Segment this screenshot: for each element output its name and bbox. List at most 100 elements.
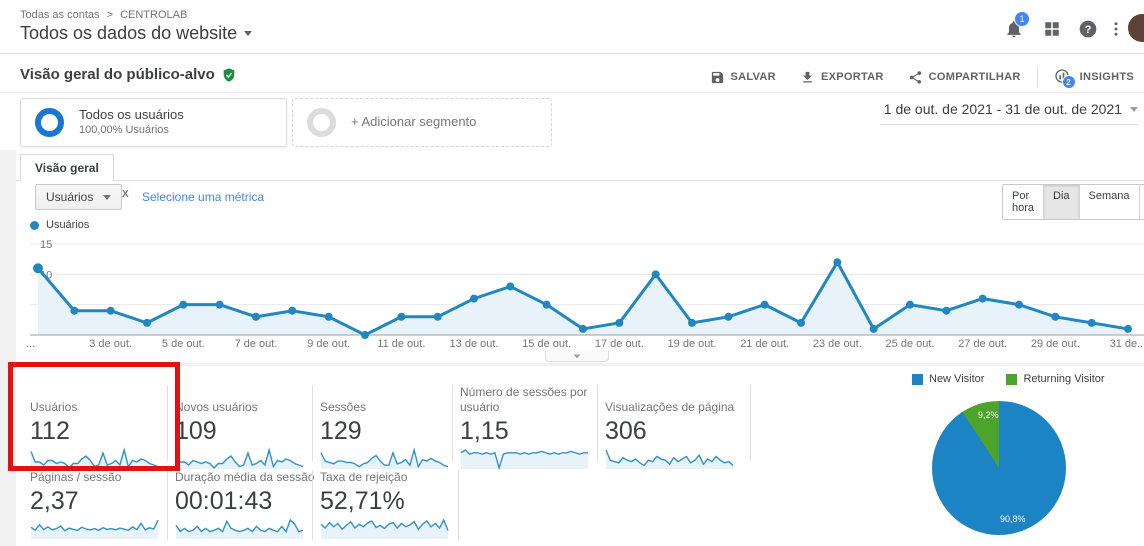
tab-overview[interactable]: Visão geral: [20, 154, 114, 181]
metric-card-paginas-sessao[interactable]: Páginas / sessão 2,37: [30, 470, 160, 545]
avatar[interactable]: [1128, 14, 1144, 42]
segment-ring-grey-icon: [307, 108, 336, 137]
add-segment-button[interactable]: + Adicionar segmento: [292, 98, 552, 147]
svg-text:7 de out.: 7 de out.: [235, 338, 278, 350]
card-divider: [452, 385, 453, 461]
metric-card-value: 306: [605, 417, 647, 445]
share-button[interactable]: COMPARTILHAR: [900, 66, 1029, 89]
metric-card-value: 1,15: [460, 417, 509, 445]
sparkline: [175, 518, 304, 539]
pie-legend-new-visitor[interactable]: New Visitor: [912, 373, 984, 385]
remove-metric-button[interactable]: X: [122, 189, 129, 200]
sparkline: [175, 447, 304, 470]
chevron-down-icon: [244, 31, 253, 36]
users-line-chart-svg: 51015...3 de out.5 de out.7 de out.9 de …: [26, 239, 1144, 350]
date-range-label: 1 de out. de 2021 - 31 de out. de 2021: [883, 101, 1122, 117]
card-divider: [312, 470, 313, 540]
segment-title: Todos os usuários: [79, 107, 184, 122]
pie-legend-label: Returning Visitor: [1023, 373, 1105, 385]
save-button[interactable]: SALVAR: [702, 66, 784, 89]
segment-subtitle: 100,00% Usuários: [79, 124, 169, 136]
segment-all-users[interactable]: Todos os usuários 100,00% Usuários: [20, 98, 287, 147]
metric-card-value: 2,37: [30, 487, 79, 515]
metric-card-visualizacoes[interactable]: Visualizações de página 306: [605, 385, 743, 475]
metric-card-value: 109: [175, 417, 217, 445]
date-range-picker[interactable]: 1 de out. de 2021 - 31 de out. de 2021: [880, 101, 1138, 125]
help-button[interactable]: ?: [1076, 17, 1100, 41]
sparkline: [320, 447, 449, 469]
svg-text:17 de out.: 17 de out.: [595, 338, 644, 350]
export-label: EXPORTAR: [820, 71, 884, 83]
metric-card-sessoes-por-usuario[interactable]: Número de sessões por usuário 1,15: [460, 385, 588, 475]
metric-card-taxa-rejeicao[interactable]: Taxa de rejeição 52,71%: [320, 470, 450, 545]
chart-collapse-handle[interactable]: [545, 351, 609, 362]
breadcrumb-all-accounts[interactable]: Todas as contas: [20, 9, 100, 21]
metric-card-label: Páginas / sessão: [30, 470, 122, 484]
granularity-toggle: Por hora Dia Semana Mês: [1002, 184, 1144, 220]
metric-card-label: Taxa de rejeição: [320, 470, 408, 484]
kebab-menu-button[interactable]: [1104, 17, 1128, 41]
tab-overview-label: Visão geral: [35, 161, 99, 175]
metric-card-novos-usuarios[interactable]: Novos usuários 109: [175, 385, 305, 475]
notifications-button[interactable]: 1: [1002, 11, 1030, 41]
metric-card-value: 52,71%: [320, 487, 405, 515]
metric-card-sessoes[interactable]: Sessões 129: [320, 385, 449, 475]
svg-text:3 de out.: 3 de out.: [89, 338, 132, 350]
sparkline: [320, 518, 449, 539]
download-icon: [803, 71, 812, 82]
property-selector[interactable]: Todos os dados do website: [20, 23, 253, 44]
metric-card-duracao-media[interactable]: Duração média da sessão 00:01:43: [175, 470, 315, 545]
card-divider: [167, 470, 168, 540]
svg-text:23 de out.: 23 de out.: [813, 338, 862, 350]
users-line-chart[interactable]: 51015...3 de out.5 de out.7 de out.9 de …: [20, 237, 1144, 356]
metric-dropdown[interactable]: Usuários: [35, 184, 123, 210]
pie-slice-label-returning: 9,2%: [978, 410, 999, 420]
report-toolbar: SALVAR EXPORTAR COMPARTILHAR 2 INSIGHTS: [702, 64, 1142, 90]
metric-card-value: 129: [320, 417, 362, 445]
breadcrumb-separator: >: [106, 9, 113, 21]
pie-legend-returning-visitor[interactable]: Returning Visitor: [1006, 373, 1105, 385]
kebab-menu-icon: [1114, 22, 1118, 36]
chevron-down-icon: [573, 354, 581, 358]
svg-text:9 de out.: 9 de out.: [307, 338, 350, 350]
granularity-month[interactable]: Mês: [1138, 185, 1144, 219]
help-icon: ?: [1079, 20, 1097, 38]
sparkline: [30, 447, 159, 470]
sparkline: [605, 449, 734, 469]
chart-legend-label: Usuários: [46, 219, 90, 231]
insights-badge: 2: [1061, 75, 1076, 89]
insights-button[interactable]: 2 INSIGHTS: [1046, 64, 1142, 90]
export-button[interactable]: EXPORTAR: [792, 66, 892, 89]
legend-swatch-icon: [1006, 373, 1018, 385]
apps-grid-button[interactable]: [1040, 17, 1064, 41]
notification-badge: 1: [1014, 11, 1030, 27]
breadcrumb-account[interactable]: CENTROLAB: [120, 9, 187, 21]
save-label: SALVAR: [730, 71, 776, 83]
metric-card-usuarios[interactable]: Usuários 112: [30, 385, 160, 475]
chevron-down-icon: [103, 194, 112, 200]
metric-card-value: 112: [30, 417, 70, 445]
add-segment-label: + Adicionar segmento: [351, 114, 477, 129]
report-title: Visão geral do público-alvo: [20, 66, 215, 83]
report-title-row: Visão geral do público-alvo: [20, 66, 237, 83]
svg-text:15 de out.: 15 de out.: [522, 338, 571, 350]
sparkline: [460, 449, 588, 471]
insights-label: INSIGHTS: [1079, 71, 1134, 83]
metric-card-label: Usuários: [30, 400, 78, 414]
card-divider: [167, 385, 168, 461]
card-divider: [597, 385, 598, 461]
apps-grid-icon: [1045, 22, 1059, 36]
select-metric-link[interactable]: Selecione uma métrica: [142, 190, 264, 204]
svg-text:15: 15: [40, 239, 52, 251]
metric-card-label: Sessões: [320, 400, 367, 414]
granularity-hour[interactable]: Por hora: [1003, 185, 1044, 219]
svg-text:5 de out.: 5 de out.: [162, 338, 205, 350]
metric-card-label: Duração média da sessão: [175, 470, 315, 484]
card-divider: [312, 385, 313, 461]
visitor-type-pie-chart[interactable]: [932, 401, 1066, 535]
svg-text:?: ?: [1085, 24, 1092, 36]
granularity-day[interactable]: Dia: [1043, 185, 1079, 219]
header-divider: [0, 53, 1144, 54]
pie-legend-label: New Visitor: [929, 373, 985, 385]
granularity-week[interactable]: Semana: [1078, 185, 1139, 219]
